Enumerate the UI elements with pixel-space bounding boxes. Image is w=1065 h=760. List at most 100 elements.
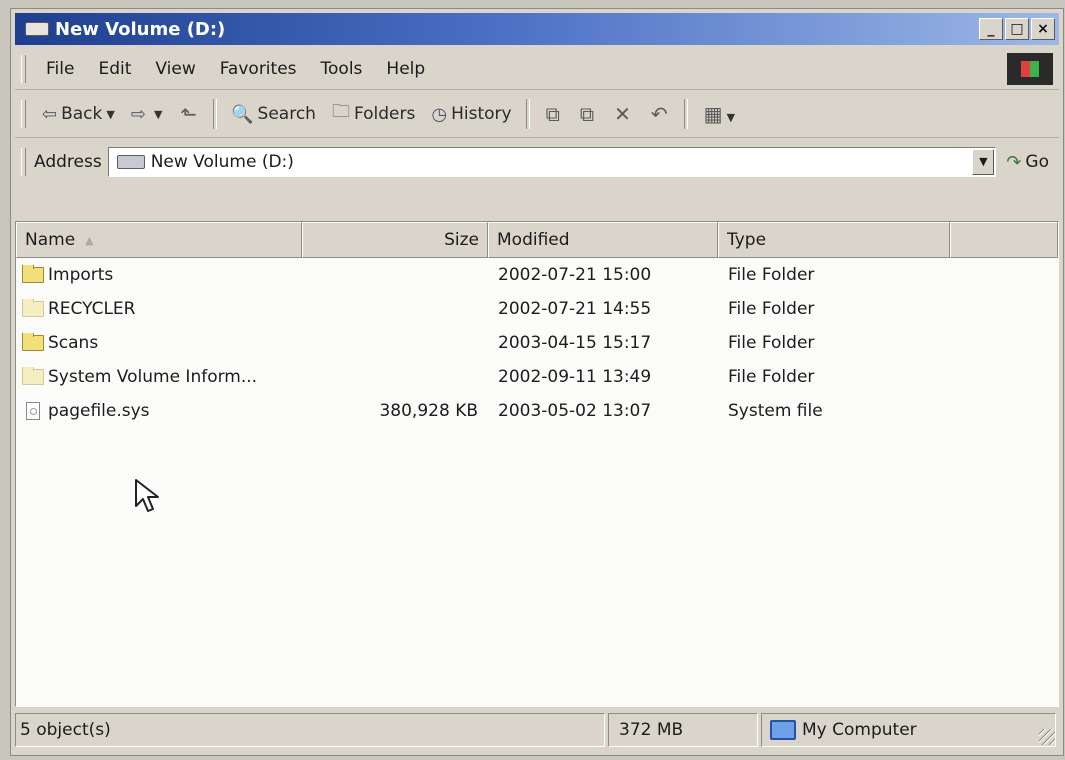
- search-button[interactable]: 🔍 Search: [223, 104, 324, 125]
- toolbar-separator: [213, 99, 218, 129]
- list-item-modified: 2002-07-21 14:55: [498, 299, 652, 319]
- go-button[interactable]: ↷ Go: [996, 152, 1059, 173]
- menu-edit[interactable]: Edit: [86, 59, 143, 79]
- status-zone: My Computer: [761, 713, 1056, 747]
- folder-icon: [22, 265, 44, 283]
- column-header-modified[interactable]: Modified: [488, 222, 718, 258]
- list-item-type: File Folder: [728, 367, 815, 387]
- folders-button[interactable]: 🗀 Folders: [324, 99, 423, 129]
- forward-dropdown-icon[interactable]: ▼: [154, 108, 162, 121]
- list-item-name: RECYCLER: [48, 299, 136, 319]
- list-item-modified: 2002-09-11 13:49: [498, 367, 652, 387]
- toolbar-separator: [525, 99, 530, 129]
- list-item-name-cell: RECYCLER: [16, 299, 302, 319]
- resize-grip[interactable]: [1039, 729, 1055, 745]
- list-item[interactable]: Imports 2002-07-21 15:00 File Folder: [16, 258, 1058, 292]
- windows-logo-icon: [1007, 53, 1053, 85]
- address-field[interactable]: New Volume (D:) ▼: [107, 147, 997, 177]
- list-item[interactable]: RECYCLER 2002-07-21 14:55 File Folder: [16, 292, 1058, 326]
- history-button[interactable]: ◷ History: [423, 104, 519, 125]
- search-icon: 🔍: [231, 103, 254, 125]
- status-object-count: 5 object(s): [15, 713, 605, 747]
- folder-icon: [22, 333, 44, 351]
- drive-icon: [25, 22, 49, 36]
- status-total-size: 372 MB: [608, 713, 758, 747]
- minimize-button[interactable]: _: [979, 18, 1003, 40]
- status-zone-label: My Computer: [802, 720, 917, 740]
- go-arrow-icon: ↷: [1006, 151, 1022, 173]
- copy-to-icon[interactable]: ⧉: [570, 102, 604, 126]
- back-button[interactable]: ⇦ Back ▼: [34, 104, 123, 125]
- address-value[interactable]: New Volume (D:): [151, 152, 973, 172]
- back-label: Back: [61, 104, 103, 124]
- column-name-label: Name: [25, 230, 76, 250]
- column-header-empty: [950, 222, 1058, 258]
- menu-help[interactable]: Help: [374, 59, 437, 79]
- list-item-name: Imports: [48, 265, 114, 285]
- go-label: Go: [1025, 152, 1049, 172]
- list-item-name: pagefile.sys: [48, 401, 150, 421]
- move-to-icon[interactable]: ⧉: [536, 102, 570, 126]
- delete-icon[interactable]: ✕: [604, 102, 641, 126]
- menu-tools[interactable]: Tools: [309, 59, 375, 79]
- back-arrow-icon: ⇦: [42, 103, 58, 125]
- my-computer-icon: [770, 720, 796, 740]
- list-item-type: File Folder: [728, 333, 815, 353]
- history-icon: ◷: [431, 103, 448, 125]
- column-header-size[interactable]: Size: [302, 222, 488, 258]
- list-item-name: Scans: [48, 333, 99, 353]
- column-header-type[interactable]: Type: [718, 222, 950, 258]
- list-item-size: 380,928 KB: [379, 401, 478, 421]
- folders-icon: 🗀: [331, 101, 350, 122]
- list-item-modified: 2002-07-21 15:00: [498, 265, 652, 285]
- close-button[interactable]: ×: [1031, 18, 1055, 40]
- mouse-pointer-icon: [135, 479, 159, 512]
- sort-ascending-icon: ▲: [85, 233, 94, 247]
- toolbar-grip[interactable]: [21, 100, 26, 128]
- standard-toolbar: ⇦ Back ▼ ⇨ ▼ ⬑ 🔍 Search 🗀 Folders ◷ Hist…: [15, 91, 1059, 138]
- system-file-icon: [26, 402, 40, 420]
- menubar-grip[interactable]: [21, 55, 26, 83]
- list-item-name-cell: Scans: [16, 333, 302, 353]
- menu-bar: File Edit View Favorites Tools Help: [15, 49, 1059, 90]
- column-header-row: Name ▲ Size Modified Type: [16, 222, 1058, 258]
- up-folder-icon[interactable]: ⬑: [170, 102, 207, 126]
- menu-favorites[interactable]: Favorites: [208, 59, 309, 79]
- list-item-type: File Folder: [728, 299, 815, 319]
- history-label: History: [451, 104, 512, 124]
- list-item-name-cell: Imports: [16, 265, 302, 285]
- search-label: Search: [257, 104, 316, 124]
- maximize-button[interactable]: □: [1005, 18, 1029, 40]
- address-bar: Address New Volume (D:) ▼ ↷ Go: [15, 139, 1059, 185]
- address-dropdown-button[interactable]: ▼: [972, 149, 995, 175]
- addressbar-grip[interactable]: [21, 148, 26, 176]
- list-item-name: System Volume Inform...: [48, 367, 258, 387]
- views-dropdown-icon[interactable]: ▼: [727, 111, 735, 124]
- list-item-type: File Folder: [728, 265, 815, 285]
- column-header-name[interactable]: Name ▲: [16, 222, 302, 258]
- list-item-name-cell: pagefile.sys: [16, 401, 302, 421]
- menu-file[interactable]: File: [34, 59, 86, 79]
- forward-button[interactable]: ⇨ ▼: [123, 104, 171, 125]
- list-item-type: System file: [728, 401, 823, 421]
- menu-view[interactable]: View: [143, 59, 207, 79]
- undo-icon[interactable]: ↶: [641, 102, 678, 126]
- toolbar-separator: [683, 99, 688, 129]
- list-item-name-cell: System Volume Inform...: [16, 367, 302, 387]
- status-bar: 5 object(s) 372 MB My Computer: [15, 713, 1059, 749]
- explorer-window: New Volume (D:) _ □ × File Edit View Fav…: [10, 8, 1064, 756]
- folders-label: Folders: [353, 104, 416, 124]
- list-item[interactable]: System Volume Inform... 2002-09-11 13:49…: [16, 360, 1058, 394]
- window-title: New Volume (D:): [55, 18, 226, 40]
- title-bar[interactable]: New Volume (D:) _ □ ×: [15, 13, 1059, 45]
- drive-icon: [116, 155, 145, 169]
- file-list[interactable]: Name ▲ Size Modified Type Imports 2002-0…: [15, 221, 1059, 707]
- forward-arrow-icon: ⇨: [130, 103, 146, 125]
- folder-hidden-icon: [22, 367, 44, 385]
- list-item-modified: 2003-04-15 15:17: [498, 333, 652, 353]
- views-icon[interactable]: ▦ ▼: [694, 102, 745, 126]
- back-dropdown-icon[interactable]: ▼: [106, 108, 114, 121]
- list-item-modified: 2003-05-02 13:07: [498, 401, 652, 421]
- list-item[interactable]: pagefile.sys 380,928 KB 2003-05-02 13:07…: [16, 394, 1058, 428]
- list-item[interactable]: Scans 2003-04-15 15:17 File Folder: [16, 326, 1058, 360]
